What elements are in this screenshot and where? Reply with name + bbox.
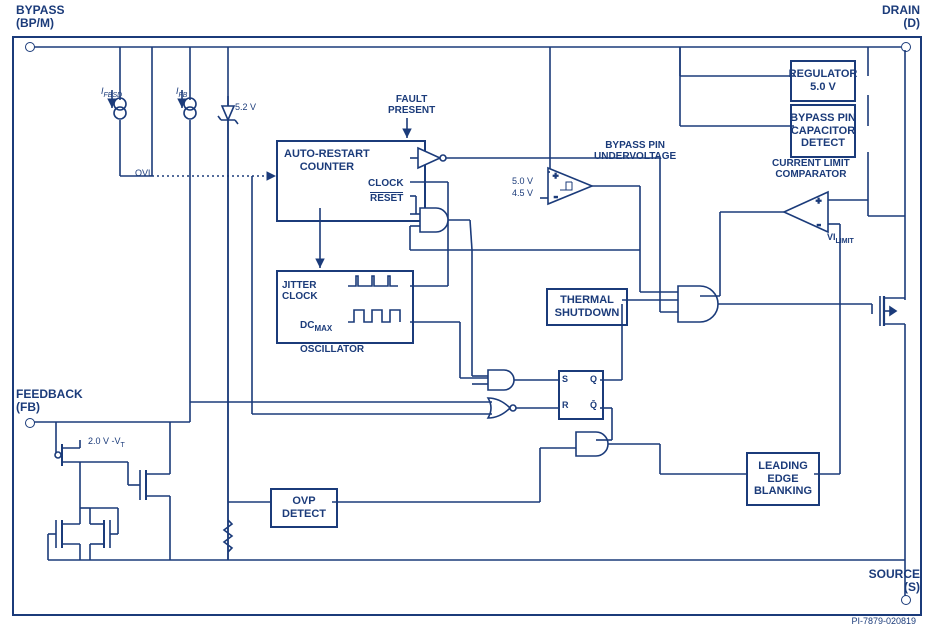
svg-text:-: -: [817, 219, 821, 231]
wiring-svg: + - + -: [0, 0, 936, 632]
svg-text:-: -: [554, 191, 558, 203]
svg-text:+: +: [553, 171, 558, 181]
svg-text:+: +: [816, 196, 821, 206]
